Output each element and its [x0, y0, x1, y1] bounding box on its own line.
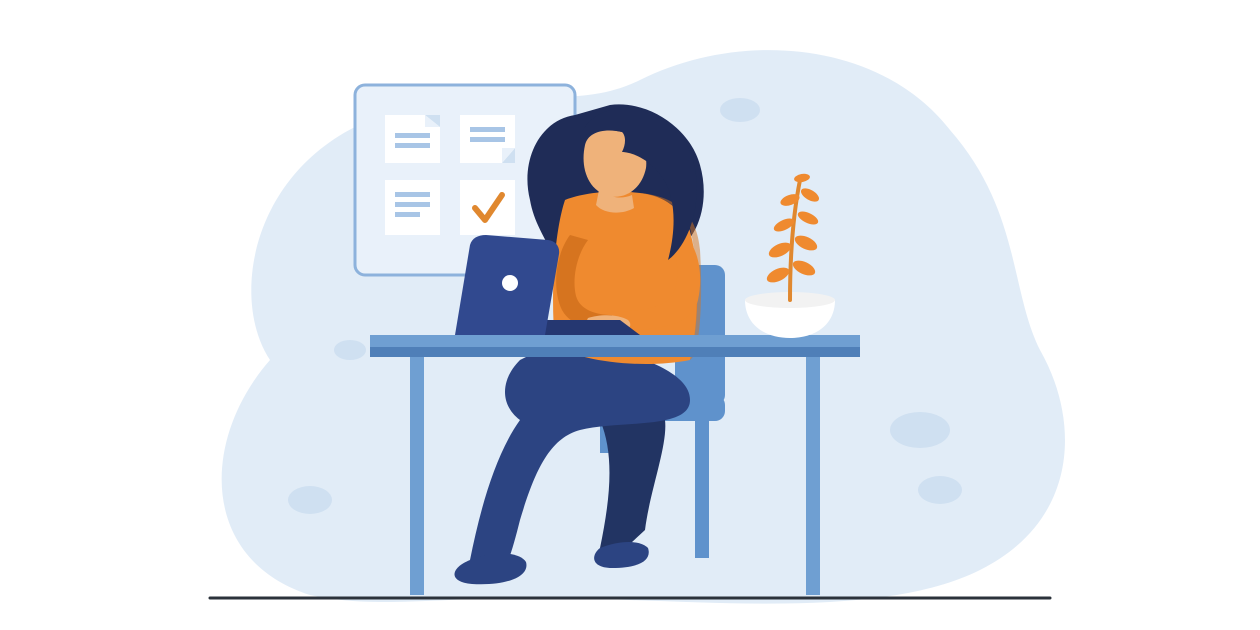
sticky-note-icon	[385, 115, 440, 163]
sticky-note-check-icon	[460, 180, 515, 235]
sticky-note-icon	[385, 180, 440, 235]
illustration-woman-at-desk	[0, 0, 1260, 630]
sticky-note-icon	[460, 115, 515, 163]
